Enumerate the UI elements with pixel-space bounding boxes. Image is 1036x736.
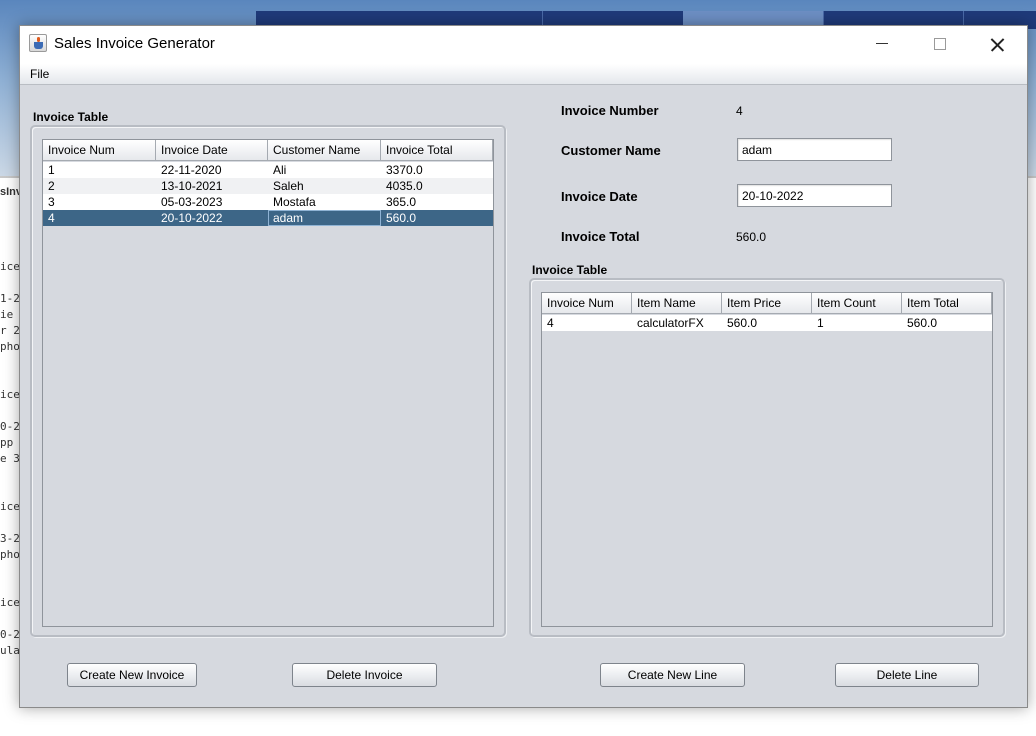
- table-cell: 560.0: [727, 316, 758, 330]
- table-cell: 365.0: [386, 195, 417, 209]
- table-cell: 13-10-2021: [161, 179, 223, 193]
- customer-name-field[interactable]: [737, 138, 892, 161]
- table-row[interactable]: 3 05-03-2023 Mostafa 365.0: [43, 194, 493, 210]
- maximize-button[interactable]: [911, 26, 967, 64]
- invoice-date-field[interactable]: [737, 184, 892, 207]
- table-row[interactable]: 4 20-10-2022 adam 560.0: [43, 210, 493, 226]
- table-row[interactable]: 1 22-11-2020 Ali 3370.0: [43, 162, 493, 178]
- invoice-total-value: 560.0: [736, 230, 767, 244]
- column-header[interactable]: Item Name: [632, 293, 722, 314]
- column-header[interactable]: Item Total: [902, 293, 992, 314]
- menu-bar: File: [20, 64, 1027, 85]
- column-header[interactable]: Invoice Num: [43, 140, 156, 161]
- table-cell: Mostafa: [273, 195, 316, 209]
- background-code-line: ice: [0, 500, 20, 513]
- invoices-table-header: Invoice Num Invoice Date Customer Name Invo…: [43, 140, 493, 161]
- column-header[interactable]: Invoice Date: [156, 140, 268, 161]
- table-cell: 2: [48, 179, 55, 193]
- table-cell: 3370.0: [386, 163, 423, 177]
- table-cell: 560.0: [907, 316, 938, 330]
- table-cell: 3: [48, 195, 55, 209]
- table-cell: 1: [817, 316, 824, 330]
- delete-line-button[interactable]: Delete Line: [835, 663, 979, 687]
- lines-panel-label: Invoice Table: [532, 263, 608, 277]
- column-header[interactable]: Invoice Num: [542, 293, 632, 314]
- table-cell: 20-10-2022: [161, 211, 223, 225]
- create-new-invoice-button[interactable]: Create New Invoice: [67, 663, 197, 687]
- menu-file[interactable]: File: [30, 67, 49, 81]
- invoice-date-label: Invoice Date: [561, 189, 638, 204]
- close-button[interactable]: [969, 26, 1025, 64]
- invoices-panel-label: Invoice Table: [33, 110, 109, 124]
- table-cell: 4: [48, 211, 55, 225]
- column-header[interactable]: Item Count: [812, 293, 902, 314]
- table-cell: 1: [48, 163, 55, 177]
- table-row[interactable]: 2 13-10-2021 Saleh 4035.0: [43, 178, 493, 194]
- invoice-total-label: Invoice Total: [561, 229, 640, 244]
- table-cell: calculatorFX: [637, 316, 704, 330]
- lines-table[interactable]: Invoice Num Item Name Item Price Item Count…: [541, 292, 993, 627]
- delete-invoice-button[interactable]: Delete Invoice: [292, 663, 437, 687]
- table-cell: 4: [547, 316, 554, 330]
- create-new-line-button[interactable]: Create New Line: [600, 663, 745, 687]
- table-cell: 560.0: [386, 211, 417, 225]
- window-title: Sales Invoice Generator: [54, 35, 215, 52]
- table-cell: Saleh: [273, 179, 304, 193]
- background-code-line: ice: [0, 260, 20, 273]
- java-cup-glyph: [34, 42, 43, 49]
- background-code-line: ice: [0, 388, 20, 401]
- title-bar[interactable]: Sales Invoice Generator: [20, 26, 1027, 64]
- table-row[interactable]: 4 calculatorFX 560.0 1 560.0: [542, 315, 992, 331]
- column-header[interactable]: Invoice Total: [381, 140, 493, 161]
- invoice-number-value: 4: [736, 104, 743, 118]
- customer-name-label: Customer Name: [561, 143, 661, 158]
- lines-table-header: Invoice Num Item Name Item Price Item Count…: [542, 293, 992, 314]
- column-header[interactable]: Item Price: [722, 293, 812, 314]
- table-cell: 4035.0: [386, 179, 423, 193]
- minimize-button[interactable]: [854, 26, 910, 64]
- invoices-table-body: 1 22-11-2020 Ali 3370.0 2 13-10-2021 Saleh 4035…: [43, 162, 493, 226]
- table-cell: Ali: [273, 163, 287, 177]
- table-cell: adam: [268, 210, 381, 226]
- background-code-line: ice: [0, 596, 20, 609]
- table-cell: 22-11-2020: [161, 163, 222, 177]
- column-header[interactable]: Customer Name: [268, 140, 381, 161]
- app-window: Sales Invoice Generator File Invoice Tab…: [19, 25, 1028, 708]
- table-cell: 05-03-2023: [161, 195, 223, 209]
- invoices-table[interactable]: Invoice Num Invoice Date Customer Name Invo…: [42, 139, 494, 627]
- java-app-icon: [29, 34, 47, 52]
- lines-table-body: 4 calculatorFX 560.0 1 560.0: [542, 315, 992, 331]
- invoice-number-label: Invoice Number: [561, 103, 659, 118]
